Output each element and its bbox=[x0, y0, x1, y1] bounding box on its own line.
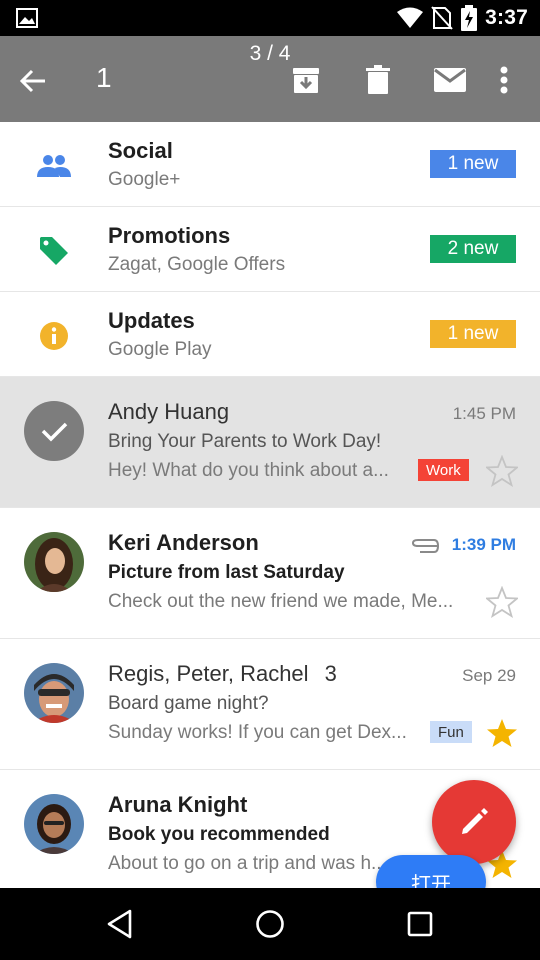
back-arrow-icon[interactable] bbox=[18, 66, 48, 96]
home-circle-icon[interactable] bbox=[254, 908, 286, 940]
category-title: Social bbox=[108, 138, 173, 163]
star-outline-icon[interactable] bbox=[486, 586, 518, 618]
battery-charging-icon bbox=[461, 5, 478, 31]
archive-icon bbox=[293, 68, 319, 93]
mark-unread-icon bbox=[434, 68, 466, 92]
status-time: 3:37 bbox=[485, 6, 528, 29]
more-vert-icon bbox=[500, 66, 508, 94]
category-subtitle: Zagat, Google Offers bbox=[108, 254, 286, 275]
back-triangle-icon[interactable] bbox=[104, 908, 136, 940]
email-subject: Board game night? bbox=[108, 693, 269, 714]
selected-count: 1 bbox=[96, 62, 112, 93]
label-fun: Fun bbox=[430, 721, 472, 743]
category-subtitle: Google Play bbox=[108, 339, 212, 360]
email-sender: Regis, Peter, Rachel 3 bbox=[108, 661, 337, 687]
category-social[interactable]: Social Google+ 1 new bbox=[0, 122, 540, 207]
wifi-icon bbox=[397, 7, 424, 28]
star-filled-icon[interactable] bbox=[486, 717, 518, 749]
no-sim-icon bbox=[431, 6, 453, 30]
selection-toolbar: 3 / 4 1 bbox=[0, 36, 540, 122]
avatar[interactable] bbox=[24, 663, 84, 723]
email-time: 1:45 PM bbox=[452, 404, 516, 423]
inbox-list[interactable]: Social Google+ 1 new Promotions Zagat, G… bbox=[0, 122, 540, 888]
email-time: 1:39 PM bbox=[451, 535, 516, 554]
email-sender: Aruna Knight bbox=[108, 792, 248, 817]
new-count-badge: 1 new bbox=[430, 320, 516, 348]
email-snippet: Check out the new friend we made, Me... bbox=[108, 591, 454, 612]
new-count-badge: 2 new bbox=[430, 235, 516, 263]
category-title: Promotions bbox=[108, 223, 231, 248]
attachment-icon bbox=[411, 539, 440, 553]
people-icon bbox=[36, 148, 72, 184]
category-title: Updates bbox=[108, 308, 195, 333]
category-updates[interactable]: Updates Google Play 1 new bbox=[0, 292, 540, 377]
email-snippet: About to go on a trip and was h... bbox=[108, 853, 387, 874]
archive-button[interactable] bbox=[288, 62, 324, 98]
email-time: Sep 29 bbox=[462, 666, 516, 685]
email-sender: Andy Huang bbox=[108, 399, 230, 424]
email-sender: Keri Anderson bbox=[108, 530, 259, 555]
tag-icon bbox=[36, 233, 72, 269]
email-participants: Regis, Peter, Rachel bbox=[108, 661, 309, 686]
email-subject: Book you recommended bbox=[108, 824, 330, 845]
navigation-bar bbox=[0, 888, 540, 960]
info-icon bbox=[36, 318, 72, 354]
compose-button[interactable] bbox=[432, 780, 516, 864]
star-outline-icon[interactable] bbox=[486, 455, 518, 487]
category-promotions[interactable]: Promotions Zagat, Google Offers 2 new bbox=[0, 207, 540, 292]
email-snippet: Hey! What do you think about a... bbox=[108, 460, 389, 481]
mark-unread-button[interactable] bbox=[432, 62, 468, 98]
email-row[interactable]: Regis, Peter, Rachel 3 Sep 29 Board game… bbox=[0, 639, 540, 770]
image-icon bbox=[16, 8, 38, 28]
check-icon bbox=[41, 422, 68, 442]
label-work: Work bbox=[418, 459, 469, 481]
email-row[interactable]: Andy Huang 1:45 PM Bring Your Parents to… bbox=[0, 377, 540, 508]
avatar[interactable] bbox=[24, 794, 84, 854]
delete-icon bbox=[366, 65, 390, 94]
more-options-button[interactable] bbox=[486, 62, 522, 98]
email-subject: Bring Your Parents to Work Day! bbox=[108, 431, 382, 452]
email-row[interactable]: Keri Anderson 1:39 PM Picture from last … bbox=[0, 508, 540, 639]
thread-count: 3 bbox=[324, 661, 337, 686]
avatar[interactable] bbox=[24, 532, 84, 592]
recents-square-icon[interactable] bbox=[404, 908, 436, 940]
status-bar: 3:37 bbox=[0, 0, 540, 36]
category-subtitle: Google+ bbox=[108, 169, 181, 190]
pencil-icon bbox=[462, 808, 488, 834]
email-snippet: Sunday works! If you can get Dex... bbox=[108, 722, 407, 743]
email-subject: Picture from last Saturday bbox=[108, 562, 345, 583]
selected-check-avatar[interactable] bbox=[24, 401, 84, 461]
new-count-badge: 1 new bbox=[430, 150, 516, 178]
delete-button[interactable] bbox=[360, 62, 396, 98]
